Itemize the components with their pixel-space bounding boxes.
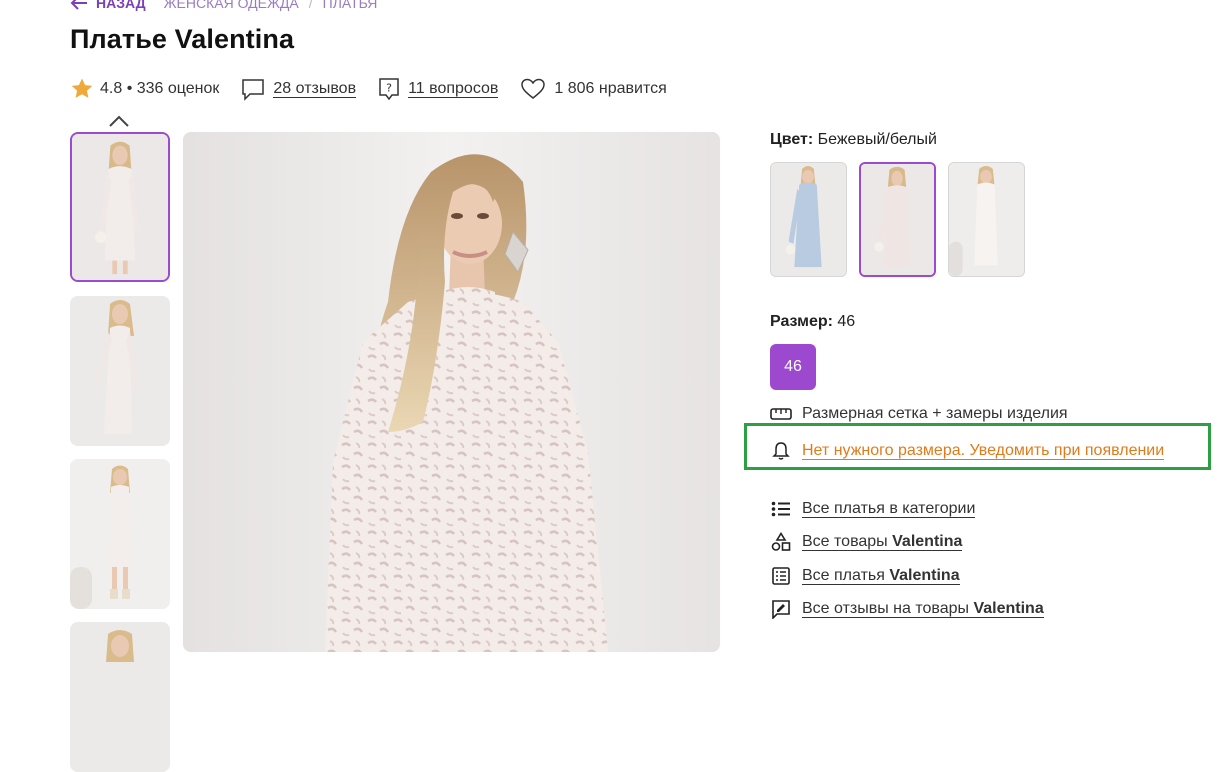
all-category-link[interactable]: Все платья в категории: [770, 499, 976, 519]
color-swatch-white[interactable]: [948, 162, 1025, 277]
color-label: Цвет: Бежевый/белый: [770, 131, 937, 149]
all-brand-goods-text[interactable]: Все товары Valentina: [802, 533, 963, 551]
thumbnail-3[interactable]: [70, 459, 170, 609]
all-brand-goods-link[interactable]: Все товары Valentina: [770, 532, 963, 552]
size-label-title: Размер:: [770, 313, 833, 330]
product-stats: 4.8 • 336 оценок 28 отзывов ? 11 вопросо…: [70, 76, 689, 102]
reviews-link[interactable]: 28 отзывов: [241, 77, 357, 101]
rating-value: 4.8: [100, 80, 123, 97]
all-category-text[interactable]: Все платья в категории: [802, 500, 976, 518]
beige-dress-thumbnail: [861, 164, 934, 275]
breadcrumb-dresses[interactable]: ПЛАТЬЯ: [323, 0, 378, 11]
brand-name: Valentina: [889, 567, 960, 584]
size-chart-text[interactable]: Размерная сетка + замеры изделия: [802, 405, 1068, 423]
heart-icon: [521, 78, 546, 99]
thumbnail-2[interactable]: [70, 296, 170, 446]
color-value: Бежевый/белый: [817, 131, 937, 148]
breadcrumb-separator: /: [308, 0, 313, 11]
color-swatch-blue[interactable]: [770, 162, 847, 277]
all-brand-dresses-link[interactable]: Все платья Valentina: [770, 566, 960, 586]
thumbnail-1[interactable]: [70, 132, 170, 282]
size-chart-link[interactable]: Размерная сетка + замеры изделия: [770, 404, 1068, 424]
breadcrumb-womens-clothing[interactable]: ЖЕНСКАЯ ОДЕЖДА: [164, 0, 299, 11]
model-in-dress-image: [183, 132, 720, 652]
model-photo-thumbnail: [70, 296, 170, 446]
review-edit-icon: [770, 599, 792, 619]
likes-count: 1 806 нравится: [554, 80, 667, 97]
size-label: Размер: 46: [770, 313, 855, 331]
list-icon: [770, 499, 792, 519]
model-photo-thumbnail: [72, 134, 168, 280]
question-icon: ?: [379, 78, 399, 101]
rating: 4.8 • 336 оценок: [70, 77, 219, 101]
size-option-46[interactable]: 46: [770, 344, 816, 390]
back-label: НАЗАД: [96, 0, 146, 11]
ruler-icon: [770, 404, 792, 424]
top-navigation: НАЗАД ЖЕНСКАЯ ОДЕЖДА / ПЛАТЬЯ: [70, 0, 377, 12]
white-dress-thumbnail: [949, 163, 1024, 276]
model-photo-thumbnail: [70, 622, 170, 772]
catalog-icon: [770, 566, 792, 586]
questions-count[interactable]: 11 вопросов: [408, 80, 499, 98]
all-brand-dresses-text[interactable]: Все платья Valentina: [802, 567, 960, 585]
main-product-photo[interactable]: [183, 132, 720, 652]
model-photo-thumbnail: [70, 459, 170, 609]
star-icon: [71, 78, 93, 98]
brand-name: Valentina: [973, 600, 1044, 617]
breadcrumb: ЖЕНСКАЯ ОДЕЖДА / ПЛАТЬЯ: [164, 0, 378, 11]
shapes-icon: [770, 532, 792, 552]
highlight-box: [744, 423, 1211, 470]
questions-link[interactable]: ? 11 вопросов: [378, 77, 499, 101]
product-title: Платье Valentina: [70, 24, 295, 54]
all-goods-prefix: Все товары: [802, 533, 888, 550]
ratings-count: • 336 оценок: [126, 80, 220, 97]
thumbnails-up-button[interactable]: [108, 114, 130, 133]
color-swatch-beige-white[interactable]: [859, 162, 936, 277]
chevron-up-icon: [109, 115, 129, 127]
size-value: 46: [837, 313, 856, 330]
brand-name: Valentina: [892, 533, 963, 550]
blue-dress-thumbnail: [771, 163, 846, 276]
all-brand-reviews-link[interactable]: Все отзывы на товары Valentina: [770, 599, 1044, 619]
back-button[interactable]: НАЗАД: [70, 0, 146, 11]
arrow-left-icon: [70, 0, 87, 10]
reviews-count[interactable]: 28 отзывов: [273, 80, 357, 98]
likes[interactable]: 1 806 нравится: [520, 77, 667, 101]
color-label-title: Цвет:: [770, 131, 814, 148]
svg-text:?: ?: [386, 82, 392, 95]
all-reviews-prefix: Все отзывы на товары: [802, 600, 970, 617]
all-dresses-prefix: Все платья: [802, 567, 885, 584]
all-brand-reviews-text[interactable]: Все отзывы на товары Valentina: [802, 600, 1044, 618]
thumbnail-4[interactable]: [70, 622, 170, 772]
comment-icon: [242, 79, 265, 101]
